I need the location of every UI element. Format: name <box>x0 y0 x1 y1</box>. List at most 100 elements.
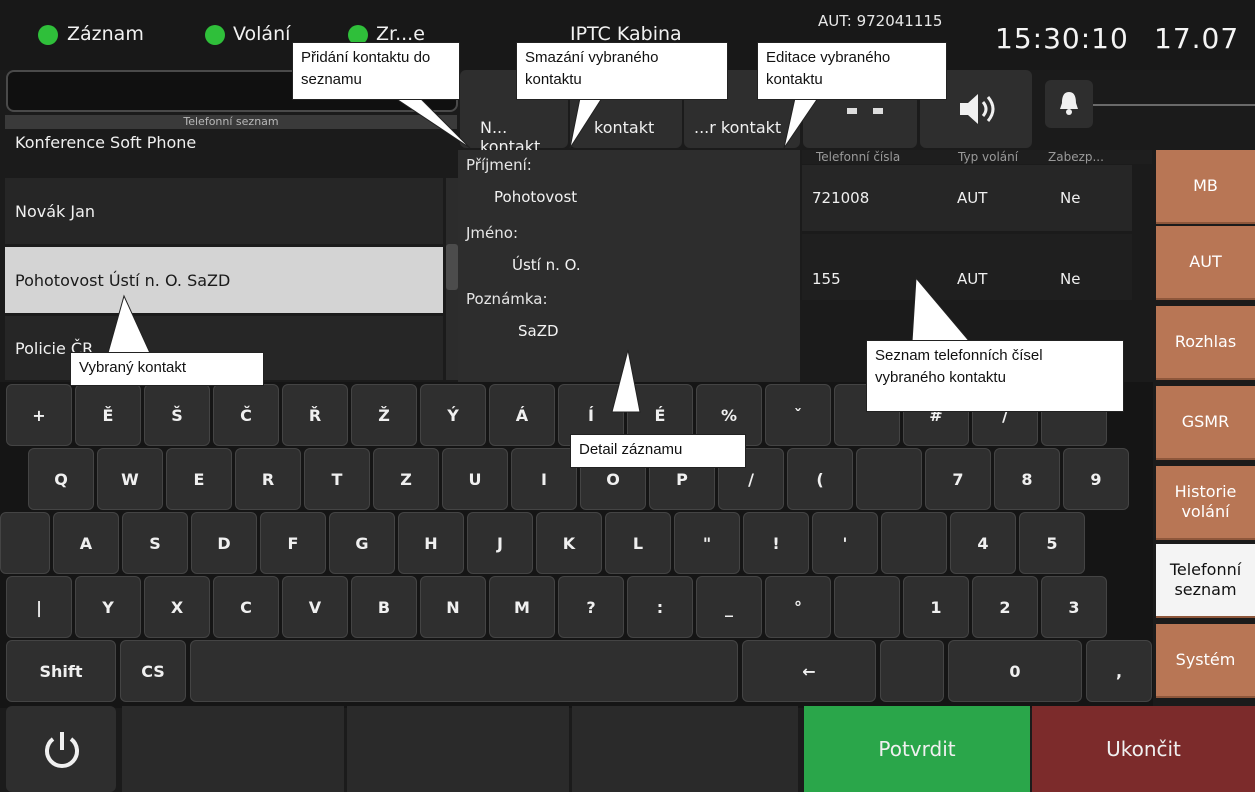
language-key[interactable]: CS <box>120 640 186 702</box>
key[interactable]: U <box>442 448 508 510</box>
list-item-label: Novák Jan <box>15 201 96 221</box>
key[interactable]: Ý <box>420 384 486 446</box>
key[interactable]: W <box>97 448 163 510</box>
key[interactable]: 1 <box>903 576 969 638</box>
key[interactable]: 0 <box>948 640 1082 702</box>
key[interactable]: Á <box>489 384 555 446</box>
nav-aut[interactable]: AUT <box>1156 226 1255 300</box>
bottom-slot[interactable] <box>572 706 798 792</box>
space-key[interactable] <box>190 640 738 702</box>
phonebook-list-item[interactable]: Novák Jan <box>5 178 443 244</box>
phonebook-scroll-thumb[interactable] <box>446 244 458 290</box>
speaker-icon <box>960 94 995 124</box>
key[interactable] <box>834 576 900 638</box>
column-header: Zabezp... <box>1048 150 1104 164</box>
recording-label: Záznam <box>67 23 144 45</box>
number-row[interactable]: 721008 AUT Ne <box>802 165 1132 231</box>
nav-rozhlas[interactable]: Rozhlas <box>1156 306 1255 380</box>
key[interactable]: 4 <box>950 512 1016 574</box>
key[interactable]: K <box>536 512 602 574</box>
key[interactable]: ( <box>787 448 853 510</box>
key[interactable]: ° <box>765 576 831 638</box>
phonebook-list-item-selected[interactable]: Pohotovost Ústí n. O. SaZD <box>5 247 443 313</box>
key[interactable]: , <box>1086 640 1152 702</box>
nav-phonebook[interactable]: Telefonní seznam <box>1156 544 1255 618</box>
key[interactable]: ' <box>812 512 878 574</box>
confirm-button[interactable]: Potvrdit <box>804 706 1030 792</box>
callout-number-list: Seznam telefonních čísel vybraného konta… <box>866 340 1124 412</box>
dots-icon <box>873 108 883 114</box>
key[interactable]: Y <box>75 576 141 638</box>
name-label: Jméno: <box>466 224 519 242</box>
call-led-icon <box>205 25 225 45</box>
power-button[interactable] <box>6 706 116 792</box>
key[interactable]: G <box>329 512 395 574</box>
key[interactable]: _ <box>696 576 762 638</box>
key[interactable] <box>880 640 944 702</box>
nav-gsmr[interactable]: GSMR <box>1156 386 1255 460</box>
key[interactable]: M <box>489 576 555 638</box>
key[interactable]: ! <box>743 512 809 574</box>
key[interactable]: 5 <box>1019 512 1085 574</box>
key[interactable] <box>881 512 947 574</box>
key[interactable]: 8 <box>994 448 1060 510</box>
key[interactable]: 3 <box>1041 576 1107 638</box>
key[interactable]: F <box>260 512 326 574</box>
key[interactable]: I <box>511 448 577 510</box>
key[interactable]: " <box>674 512 740 574</box>
bottom-slot[interactable] <box>122 706 344 792</box>
key[interactable]: N <box>420 576 486 638</box>
key[interactable]: | <box>6 576 72 638</box>
key[interactable]: 7 <box>925 448 991 510</box>
volume-slider[interactable] <box>1093 104 1255 106</box>
key[interactable]: 2 <box>972 576 1038 638</box>
key[interactable]: + <box>6 384 72 446</box>
secure-flag: Ne <box>1060 189 1081 207</box>
key[interactable]: D <box>191 512 257 574</box>
backspace-key[interactable]: ← <box>742 640 876 702</box>
key[interactable]: Z <box>373 448 439 510</box>
nav-history[interactable]: Historie volání <box>1156 466 1255 540</box>
note-label: Poznámka: <box>466 290 548 308</box>
key[interactable]: C <box>213 576 279 638</box>
key[interactable]: Ě <box>75 384 141 446</box>
key[interactable]: Š <box>144 384 210 446</box>
key[interactable]: Ž <box>351 384 417 446</box>
dots-icon <box>847 108 857 114</box>
bottom-slot[interactable] <box>347 706 569 792</box>
nav-system[interactable]: Systém <box>1156 624 1255 698</box>
key[interactable]: B <box>351 576 417 638</box>
end-button[interactable]: Ukončit <box>1032 706 1255 792</box>
phonebook-list-item[interactable]: Konference Soft Phone <box>5 125 443 159</box>
clock-time: 15:30:10 <box>995 22 1129 55</box>
key[interactable]: L <box>605 512 671 574</box>
key[interactable]: Ř <box>282 384 348 446</box>
number-row[interactable]: 155 AUT Ne <box>802 234 1132 300</box>
key[interactable]: T <box>304 448 370 510</box>
key[interactable]: S <box>122 512 188 574</box>
key[interactable]: R <box>235 448 301 510</box>
shift-key[interactable]: Shift <box>6 640 116 702</box>
key[interactable]: : <box>627 576 693 638</box>
key[interactable]: E <box>166 448 232 510</box>
aut-number: AUT: 972041115 <box>818 12 943 30</box>
surname-label: Příjmení: <box>466 156 532 174</box>
key[interactable]: V <box>282 576 348 638</box>
list-item-label: Konference Soft Phone <box>15 132 197 152</box>
key[interactable] <box>856 448 922 510</box>
key[interactable]: H <box>398 512 464 574</box>
key[interactable]: ˇ <box>765 384 831 446</box>
key[interactable]: J <box>467 512 533 574</box>
key[interactable]: 9 <box>1063 448 1129 510</box>
numbers-table-header: Telefonní čísla Typ volání Zabezp... <box>802 150 1152 164</box>
key[interactable]: A <box>53 512 119 574</box>
delete-contact-label: kontakt <box>594 118 655 137</box>
key[interactable]: X <box>144 576 210 638</box>
key[interactable]: Č <box>213 384 279 446</box>
key[interactable] <box>0 512 50 574</box>
key[interactable]: ? <box>558 576 624 638</box>
nav-mb[interactable]: MB <box>1156 150 1255 224</box>
bell-button[interactable] <box>1045 80 1093 128</box>
secure-flag: Ne <box>1060 270 1081 288</box>
key[interactable]: Q <box>28 448 94 510</box>
